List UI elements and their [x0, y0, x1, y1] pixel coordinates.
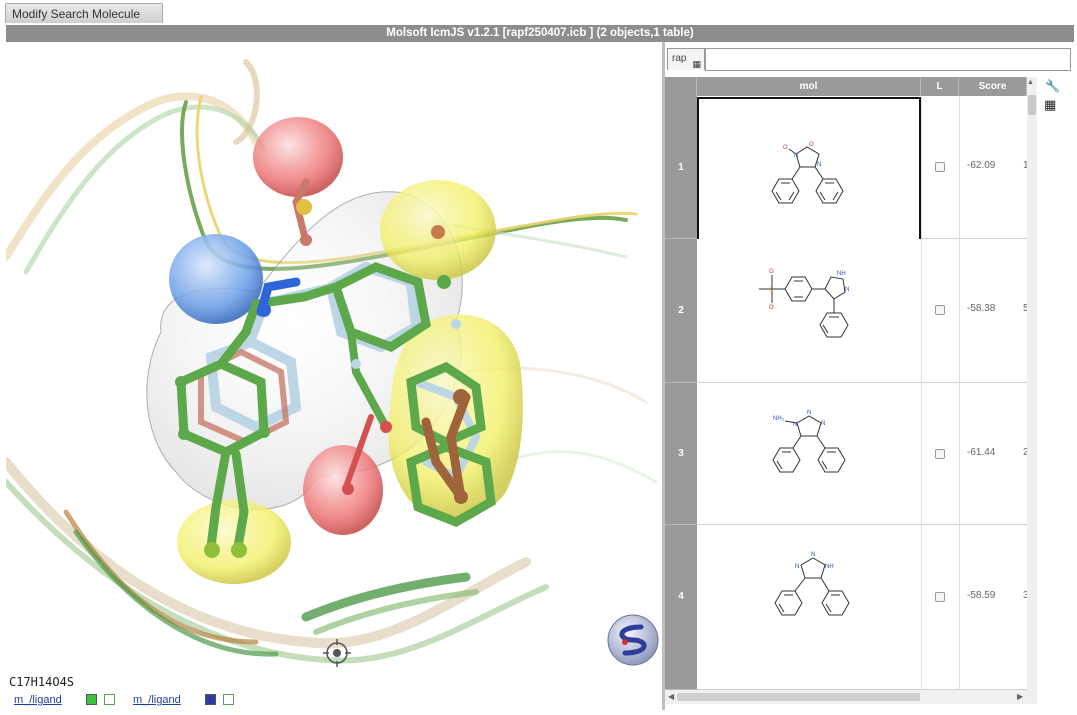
- ligand-entry-1: m_/ligand: [14, 693, 134, 709]
- molecule-cell[interactable]: S O O NH N: [697, 239, 921, 383]
- svg-text:NH₂: NH₂: [773, 416, 785, 422]
- scroll-up-arrow-icon[interactable]: ▲: [1027, 79, 1034, 86]
- horizontal-scroll-thumb[interactable]: [677, 693, 920, 701]
- l-cell: [921, 96, 959, 239]
- window-title-bar: Molsoft IcmJS v1.2.1 [rapf250407.icb ] (…: [6, 25, 1074, 42]
- l-cell: [921, 383, 959, 525]
- header-l[interactable]: L: [921, 77, 959, 96]
- row-checkbox[interactable]: [935, 592, 945, 602]
- table-tab-strip: rap ▦: [665, 42, 1074, 74]
- score-value: -61.44: [967, 447, 996, 458]
- molecule-cell[interactable]: N N NH: [697, 525, 921, 690]
- grid-icon: ▦: [692, 59, 701, 69]
- structure-oxadiazole-drawing: O O N N: [771, 142, 844, 204]
- ligand-visibility-checkbox[interactable]: [223, 694, 234, 705]
- structure-sulfonyl-imidazole-drawing: S O O NH N: [759, 269, 849, 338]
- svg-text:NH: NH: [825, 564, 834, 570]
- row-index[interactable]: 4: [665, 525, 697, 690]
- tab-label: rap: [672, 53, 687, 64]
- tab-empty-area: [705, 48, 1071, 71]
- structure-triazole-nh-drawing: N N NH: [774, 552, 850, 616]
- ligand-visibility-checkbox[interactable]: [104, 694, 115, 705]
- svg-text:N: N: [794, 153, 798, 159]
- row-checkbox[interactable]: [935, 162, 945, 172]
- molecule-scene[interactable]: [6, 42, 662, 710]
- score-cell: -58.59 3: [959, 525, 1027, 690]
- scroll-left-arrow-icon[interactable]: ◀: [668, 692, 674, 701]
- score-cell: -62.09 1: [959, 96, 1027, 239]
- table-horizontal-scrollbar[interactable]: ◀ ▶: [665, 690, 1037, 704]
- svg-text:N: N: [807, 410, 811, 416]
- results-table: mol L Score 1 O O N N -62.09 1 2 S O O NH…: [665, 77, 1027, 690]
- header-index: [665, 77, 697, 96]
- scroll-right-arrow-icon[interactable]: ▶: [1017, 692, 1023, 701]
- tab-modify-search-molecule[interactable]: Modify Search Molecule: [5, 3, 163, 23]
- molecule-cell[interactable]: O O N N: [697, 97, 921, 243]
- svg-text:N: N: [817, 162, 821, 168]
- score-value: -58.38: [967, 303, 996, 314]
- svg-text:O: O: [769, 305, 774, 311]
- ligand-link[interactable]: m_/ligand: [14, 694, 62, 706]
- svg-text:O: O: [769, 269, 774, 275]
- svg-text:O: O: [809, 142, 814, 148]
- wrench-icon[interactable]: 🔧: [1045, 79, 1060, 93]
- svg-text:N: N: [793, 422, 797, 428]
- svg-text:O: O: [783, 145, 788, 151]
- l-cell: [921, 239, 959, 383]
- svg-text:N: N: [795, 564, 799, 570]
- top-tab-strip: Modify Search Molecule: [0, 0, 1077, 25]
- ligand-color-swatch[interactable]: [86, 694, 97, 705]
- svg-text:N: N: [811, 552, 815, 558]
- row-index[interactable]: 1: [665, 96, 697, 239]
- header-mol[interactable]: mol: [697, 77, 921, 96]
- row-checkbox[interactable]: [935, 305, 945, 315]
- header-score[interactable]: Score: [959, 77, 1027, 96]
- svg-text:S: S: [769, 288, 773, 294]
- molecule-cell[interactable]: NH₂ N N N: [697, 383, 921, 525]
- table-vertical-scrollbar[interactable]: ▲: [1027, 77, 1037, 690]
- svg-text:N: N: [845, 287, 849, 293]
- row-checkbox[interactable]: [935, 449, 945, 459]
- score-value: -58.59: [967, 590, 996, 601]
- tab-rapf-table[interactable]: rap ▦: [667, 48, 705, 70]
- svg-text:NH: NH: [837, 271, 846, 277]
- ligand-color-swatch[interactable]: [205, 694, 216, 705]
- ligand-entry-2: m_/ligand: [133, 693, 253, 709]
- vertical-scroll-thumb[interactable]: [1028, 95, 1036, 115]
- molecular-formula: C17H14O4S: [9, 675, 75, 689]
- ligand-link[interactable]: m_/ligand: [133, 694, 181, 706]
- row-index[interactable]: 3: [665, 383, 697, 525]
- svg-text:N: N: [821, 421, 825, 427]
- grid-view-icon[interactable]: ▦: [1044, 97, 1056, 113]
- score-cell: -61.44 2: [959, 383, 1027, 525]
- molsoft-logo-button[interactable]: [607, 614, 659, 666]
- score-cell: -58.38 5: [959, 239, 1027, 383]
- table-panel: rap ▦ mol L Score 1 O O N N -62.09 1 2 S…: [665, 42, 1074, 710]
- 3d-molecule-viewer[interactable]: C17H14O4S m_/ligand m_/ligand ▲▼: [6, 42, 662, 710]
- table-tools: 🔧 ▦: [1039, 77, 1074, 117]
- l-cell: [921, 525, 959, 690]
- row-index[interactable]: 2: [665, 239, 697, 383]
- structure-triazole-nh2-drawing: NH₂ N N N: [772, 410, 846, 473]
- score-value: -62.09: [967, 160, 996, 171]
